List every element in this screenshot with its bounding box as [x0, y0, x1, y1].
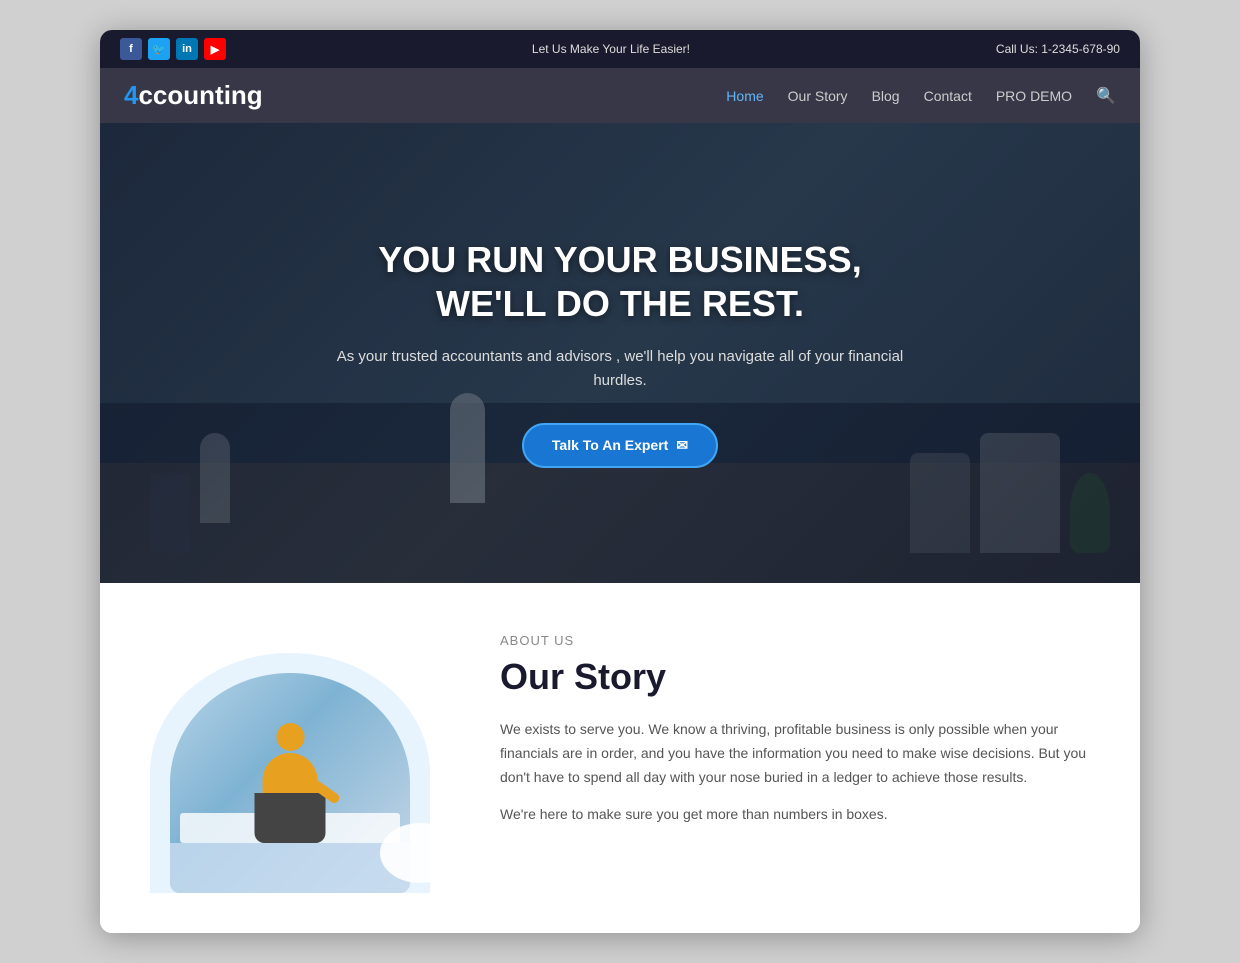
person-skirt: [255, 793, 326, 843]
about-image: [150, 633, 450, 893]
hero-title: YOU RUN YOUR BUSINESS, WE'LL DO THE REST…: [330, 238, 910, 324]
nav-pro-demo[interactable]: PRO DEMO: [996, 88, 1072, 104]
youtube-icon[interactable]: ▶: [204, 38, 226, 60]
tagline: Let Us Make Your Life Easier!: [532, 42, 690, 56]
browser-window: f 🐦 in ▶ Let Us Make Your Life Easier! C…: [100, 30, 1140, 933]
person-head: [276, 723, 304, 751]
nav-links: Home Our Story Blog Contact PRO DEMO 🔍: [726, 86, 1116, 106]
image-overlay: [170, 673, 410, 893]
logo[interactable]: 4ccounting: [124, 80, 263, 111]
nav-contact[interactable]: Contact: [924, 88, 972, 104]
person-torso: [263, 753, 318, 843]
person-figure: [263, 723, 318, 843]
logo-text: ccounting: [138, 80, 262, 110]
desk: [170, 843, 410, 893]
about-title: Our Story: [500, 656, 1090, 698]
email-icon: ✉: [676, 437, 688, 454]
about-label: About Us: [500, 633, 1090, 648]
social-icons: f 🐦 in ▶: [120, 38, 226, 60]
phone-number: Call Us: 1-2345-678-90: [996, 42, 1120, 56]
cta-label: Talk To An Expert: [552, 437, 668, 453]
about-body-2: We're here to make sure you get more tha…: [500, 803, 1090, 827]
about-text: About Us Our Story We exists to serve yo…: [500, 633, 1090, 841]
cta-button[interactable]: Talk To An Expert ✉: [522, 423, 718, 468]
logo-accent: 4: [124, 80, 138, 110]
facebook-icon[interactable]: f: [120, 38, 142, 60]
search-icon[interactable]: 🔍: [1096, 86, 1116, 106]
nav-home[interactable]: Home: [726, 88, 763, 104]
hero-section: YOU RUN YOUR BUSINESS, WE'LL DO THE REST…: [100, 123, 1140, 583]
navbar: 4ccounting Home Our Story Blog Contact P…: [100, 68, 1140, 123]
white-blob: [380, 823, 460, 883]
linkedin-icon[interactable]: in: [176, 38, 198, 60]
twitter-icon[interactable]: 🐦: [148, 38, 170, 60]
top-bar: f 🐦 in ▶ Let Us Make Your Life Easier! C…: [100, 30, 1140, 68]
nav-blog[interactable]: Blog: [872, 88, 900, 104]
hero-content: YOU RUN YOUR BUSINESS, WE'LL DO THE REST…: [310, 218, 930, 487]
about-body-1: We exists to serve you. We know a thrivi…: [500, 718, 1090, 789]
about-section: About Us Our Story We exists to serve yo…: [100, 583, 1140, 933]
nav-our-story[interactable]: Our Story: [788, 88, 848, 104]
hero-subtitle: As your trusted accountants and advisors…: [330, 345, 910, 393]
